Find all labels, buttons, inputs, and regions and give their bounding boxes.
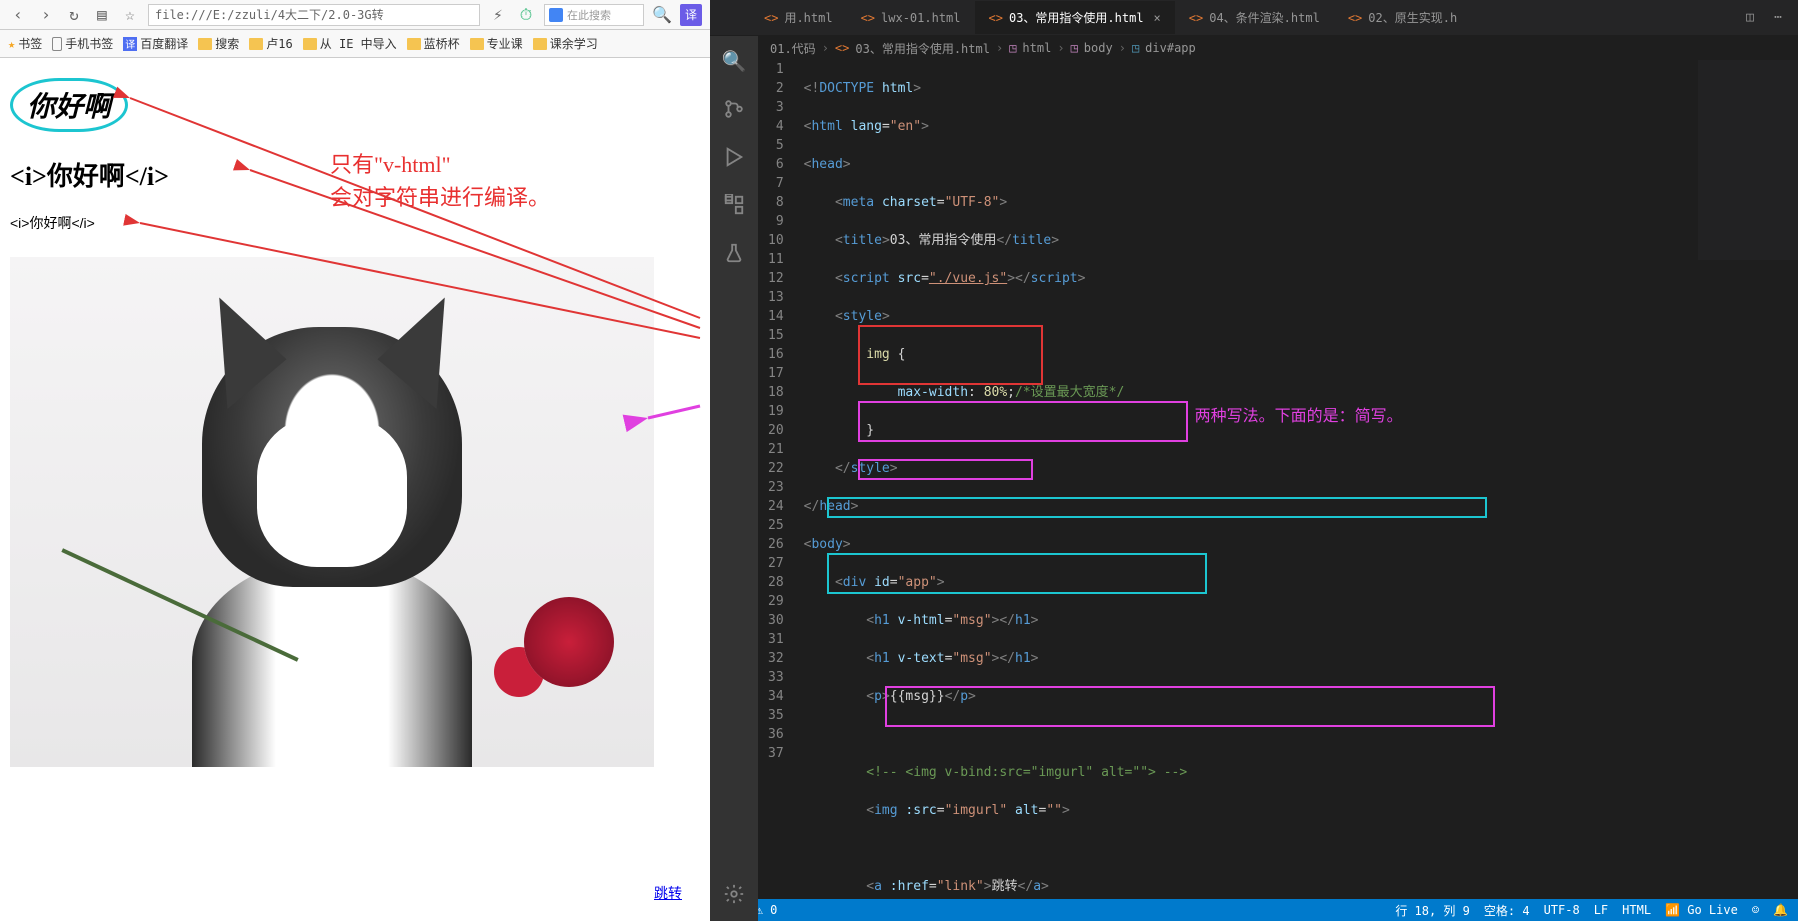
bookmark-folder-lu16[interactable]: 卢16 xyxy=(249,35,292,52)
code-area[interactable]: <!DOCTYPE html> <html lang="en"> <head> … xyxy=(800,60,1798,899)
minimap[interactable] xyxy=(1698,60,1798,260)
tab-yong[interactable]: <>用.html xyxy=(750,1,847,34)
line-gutter: 1234567891011121314151617181920212223242… xyxy=(758,60,800,899)
bookmark-folder-major[interactable]: 专业课 xyxy=(470,35,523,52)
bookmark-folder-lanqiao[interactable]: 蓝桥杯 xyxy=(407,35,460,52)
activity-bar: 🔍 xyxy=(710,36,758,921)
tab-04[interactable]: <>04、条件渲染.html xyxy=(1175,1,1334,34)
status-bell-icon[interactable]: 🔔 xyxy=(1773,903,1788,917)
status-eol[interactable]: LF xyxy=(1594,903,1608,917)
debug-icon[interactable] xyxy=(721,144,747,170)
status-lang[interactable]: HTML xyxy=(1622,903,1651,917)
speed-icon[interactable]: ⏱ xyxy=(516,5,536,25)
bookmark-folder-study[interactable]: 课余学习 xyxy=(533,35,598,52)
bookmark-baidu[interactable]: 译百度翻译 xyxy=(123,35,188,52)
status-warnings[interactable]: ⚠ 0 xyxy=(756,903,778,917)
editor-tabs: <>用.html <>lwx-01.html <>03、常用指令使用.html×… xyxy=(710,0,1798,36)
search-icon[interactable]: 🔍 xyxy=(721,48,747,74)
search-placeholder: 在此搜索 xyxy=(567,7,611,23)
search-icon[interactable]: 🔍 xyxy=(652,5,672,25)
close-icon[interactable]: × xyxy=(1154,11,1161,25)
bookmark-bar: ★书签 手机书签 译百度翻译 搜索 卢16 从 IE 中导入 蓝桥杯 专业课 课… xyxy=(0,30,710,58)
tab-lwx01[interactable]: <>lwx-01.html xyxy=(847,3,975,33)
status-bar: ⊗ 0 ⚠ 0 行 18, 列 9 空格: 4 UTF-8 LF HTML 📶 … xyxy=(710,899,1798,921)
address-bar[interactable]: file:///E:/zzuli/4大二下/2.0-3G转 xyxy=(148,4,480,26)
browser-content: 你好啊 只有"v-html" 会对字符串进行编译。 <i>你好啊</i> <i>… xyxy=(0,58,710,921)
browser-toolbar: ‹ › ↻ ▤ ☆ file:///E:/zzuli/4大二下/2.0-3G转 … xyxy=(0,0,710,30)
bookmark-star[interactable]: ★书签 xyxy=(8,35,42,52)
more-icon[interactable]: ⋯ xyxy=(1768,8,1788,28)
annotation-red: 只有"v-html" 会对字符串进行编译。 xyxy=(330,148,550,214)
tab-02[interactable]: <>02、原生实现.h xyxy=(1334,1,1471,34)
breadcrumb[interactable]: 01.代码› <>03、常用指令使用.html› ◳html› ◳body› ◳… xyxy=(710,36,1798,60)
flash-icon[interactable]: ⚡ xyxy=(488,5,508,25)
bookmark-folder-search[interactable]: 搜索 xyxy=(198,35,239,52)
search-box[interactable]: 在此搜索 xyxy=(544,4,644,26)
refresh-button[interactable]: ↻ xyxy=(64,5,84,25)
home-button[interactable]: ☆ xyxy=(120,5,140,25)
bookmark-mobile[interactable]: 手机书签 xyxy=(52,35,113,52)
bookmark-folder-ie[interactable]: 从 IE 中导入 xyxy=(303,35,397,52)
translate-button[interactable]: 译 xyxy=(680,4,702,26)
status-golive[interactable]: 📶 Go Live xyxy=(1665,903,1738,917)
jump-link[interactable]: 跳转 xyxy=(654,883,682,903)
tab-03[interactable]: <>03、常用指令使用.html× xyxy=(975,1,1175,34)
forward-button[interactable]: › xyxy=(36,5,56,25)
status-indent[interactable]: 空格: 4 xyxy=(1484,902,1530,919)
annotation-magenta: 两种写法。下面的是：简写。 xyxy=(1195,407,1403,426)
settings-icon[interactable] xyxy=(721,881,747,907)
status-feedback-icon[interactable]: ☺ xyxy=(1752,903,1759,917)
split-icon[interactable]: ◫ xyxy=(1740,8,1760,28)
reader-icon[interactable]: ▤ xyxy=(92,5,112,25)
status-encoding[interactable]: UTF-8 xyxy=(1544,903,1580,917)
interpolation-output: <i>你好啊</i> xyxy=(10,213,700,233)
bound-image xyxy=(10,257,654,767)
extensions-icon[interactable] xyxy=(721,192,747,218)
source-control-icon[interactable] xyxy=(721,96,747,122)
flask-icon[interactable] xyxy=(721,240,747,266)
code-editor[interactable]: 1234567891011121314151617181920212223242… xyxy=(710,60,1798,899)
status-cursor-pos[interactable]: 行 18, 列 9 xyxy=(1395,902,1470,919)
vhtml-output: 你好啊 xyxy=(10,78,128,132)
back-button[interactable]: ‹ xyxy=(8,5,28,25)
